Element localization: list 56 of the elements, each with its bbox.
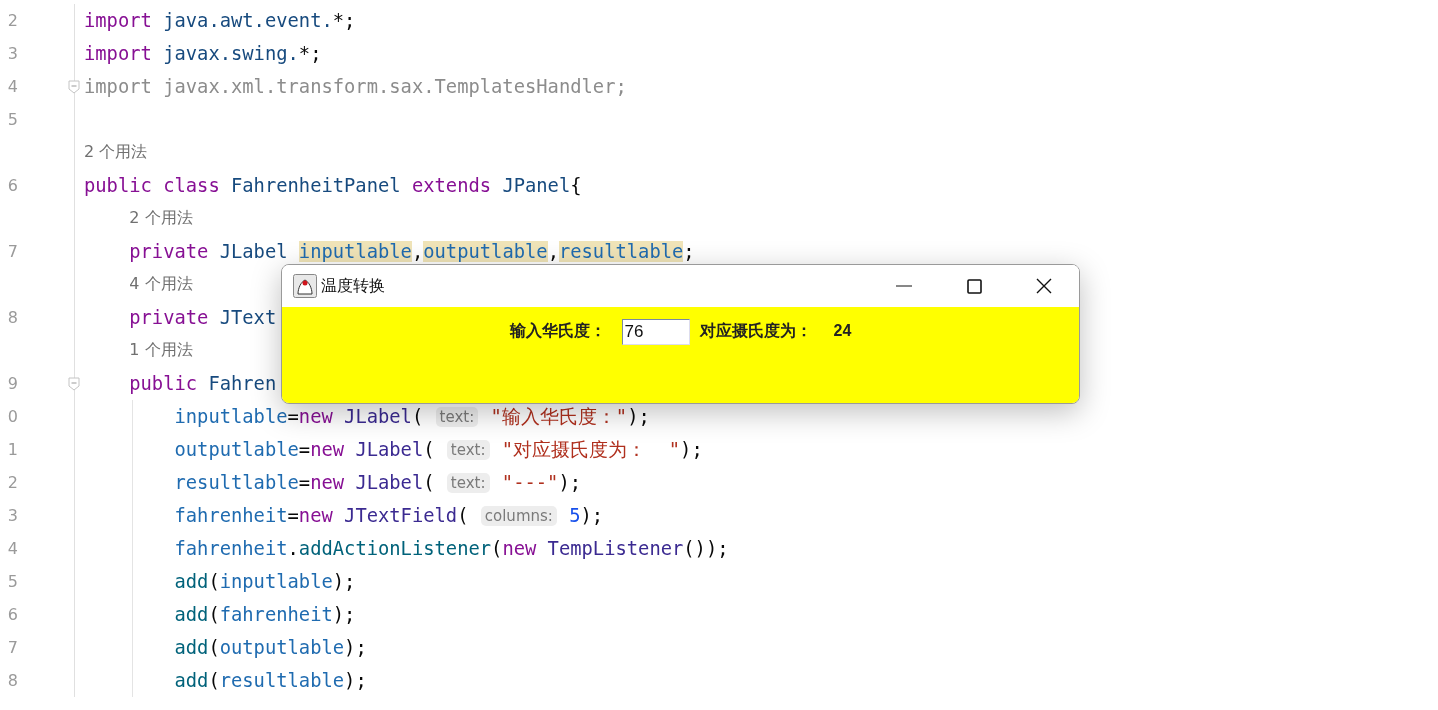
parameter-hint: text: (435, 406, 479, 427)
code-text: add(resultlable); (173, 670, 367, 691)
line-number: 8 (6, 671, 18, 690)
line-number: 5 (6, 110, 18, 129)
usage-hint[interactable]: 4 个用法 (129, 274, 193, 295)
line-number: 6 (6, 605, 18, 624)
code-text: fahrenheit=new JTextField( (173, 505, 470, 526)
line-number: 3 (6, 506, 18, 525)
code-text: import javax.swing.*; (84, 43, 322, 64)
app-icon (293, 274, 317, 298)
line-number: 0 (6, 407, 18, 426)
line-number: 1 (6, 440, 18, 459)
close-icon (1036, 278, 1052, 294)
usage-hint[interactable]: 1 个用法 (129, 340, 193, 361)
code-text: add(fahrenheit); (173, 604, 356, 625)
code-text: resultlable=new JLabel( (173, 472, 436, 493)
line-number: 4 (6, 539, 18, 558)
line-number: 3 (6, 44, 18, 63)
result-value: 24 (833, 321, 852, 341)
code-text: public Fahren (128, 373, 277, 394)
line-number: 8 (6, 308, 18, 327)
maximize-icon (966, 278, 982, 294)
parameter-hint: text: (446, 472, 490, 493)
code-text: inputlable=new JLabel( (173, 406, 425, 427)
line-number: 7 (6, 242, 18, 261)
minimize-icon (896, 285, 912, 287)
code-text: 5); (568, 505, 604, 526)
line-number: 6 (6, 176, 18, 195)
line-number: 2 (6, 11, 18, 30)
fold-icon[interactable] (68, 376, 80, 391)
input-label: 输入华氏度： (509, 321, 606, 341)
line-number: 7 (6, 638, 18, 657)
code-text: public class FahrenheitPanel extends JPanel{ (84, 175, 582, 196)
code-text: private JLabel inputlable,outputlable,resultlable; (128, 241, 695, 262)
usage-hint[interactable]: 2 个用法 (84, 142, 148, 163)
line-number: 4 (6, 77, 18, 96)
code-text: "输入华氏度："); (489, 404, 650, 429)
code-text: "---"); (500, 472, 581, 493)
parameter-hint: text: (446, 439, 490, 460)
line-number: 5 (6, 572, 18, 591)
input-field[interactable]: 76 (621, 319, 690, 345)
code-text: add(outputlable); (173, 637, 367, 658)
code-text: import java.awt.event.*; (84, 10, 356, 31)
code-text: import javax.xml.transform.sax.TemplatesHandler; (84, 76, 627, 97)
fold-icon[interactable] (68, 79, 80, 94)
code-text: outputlable=new JLabel( (173, 439, 436, 460)
parameter-hint: columns: (480, 505, 557, 526)
code-text: "对应摄氏度为： "); (500, 437, 703, 462)
line-number: 2 (6, 473, 18, 492)
usage-hint[interactable]: 2 个用法 (129, 208, 193, 229)
code-text: add(inputlable); (173, 571, 356, 592)
code-text: fahrenheit.addActionListener(new TempListener()); (173, 538, 729, 559)
line-number: 9 (6, 374, 18, 393)
window-title: 温度转换 (321, 275, 385, 297)
output-label: 对应摄氏度为： (699, 321, 812, 341)
code-text: private JText (128, 307, 277, 328)
